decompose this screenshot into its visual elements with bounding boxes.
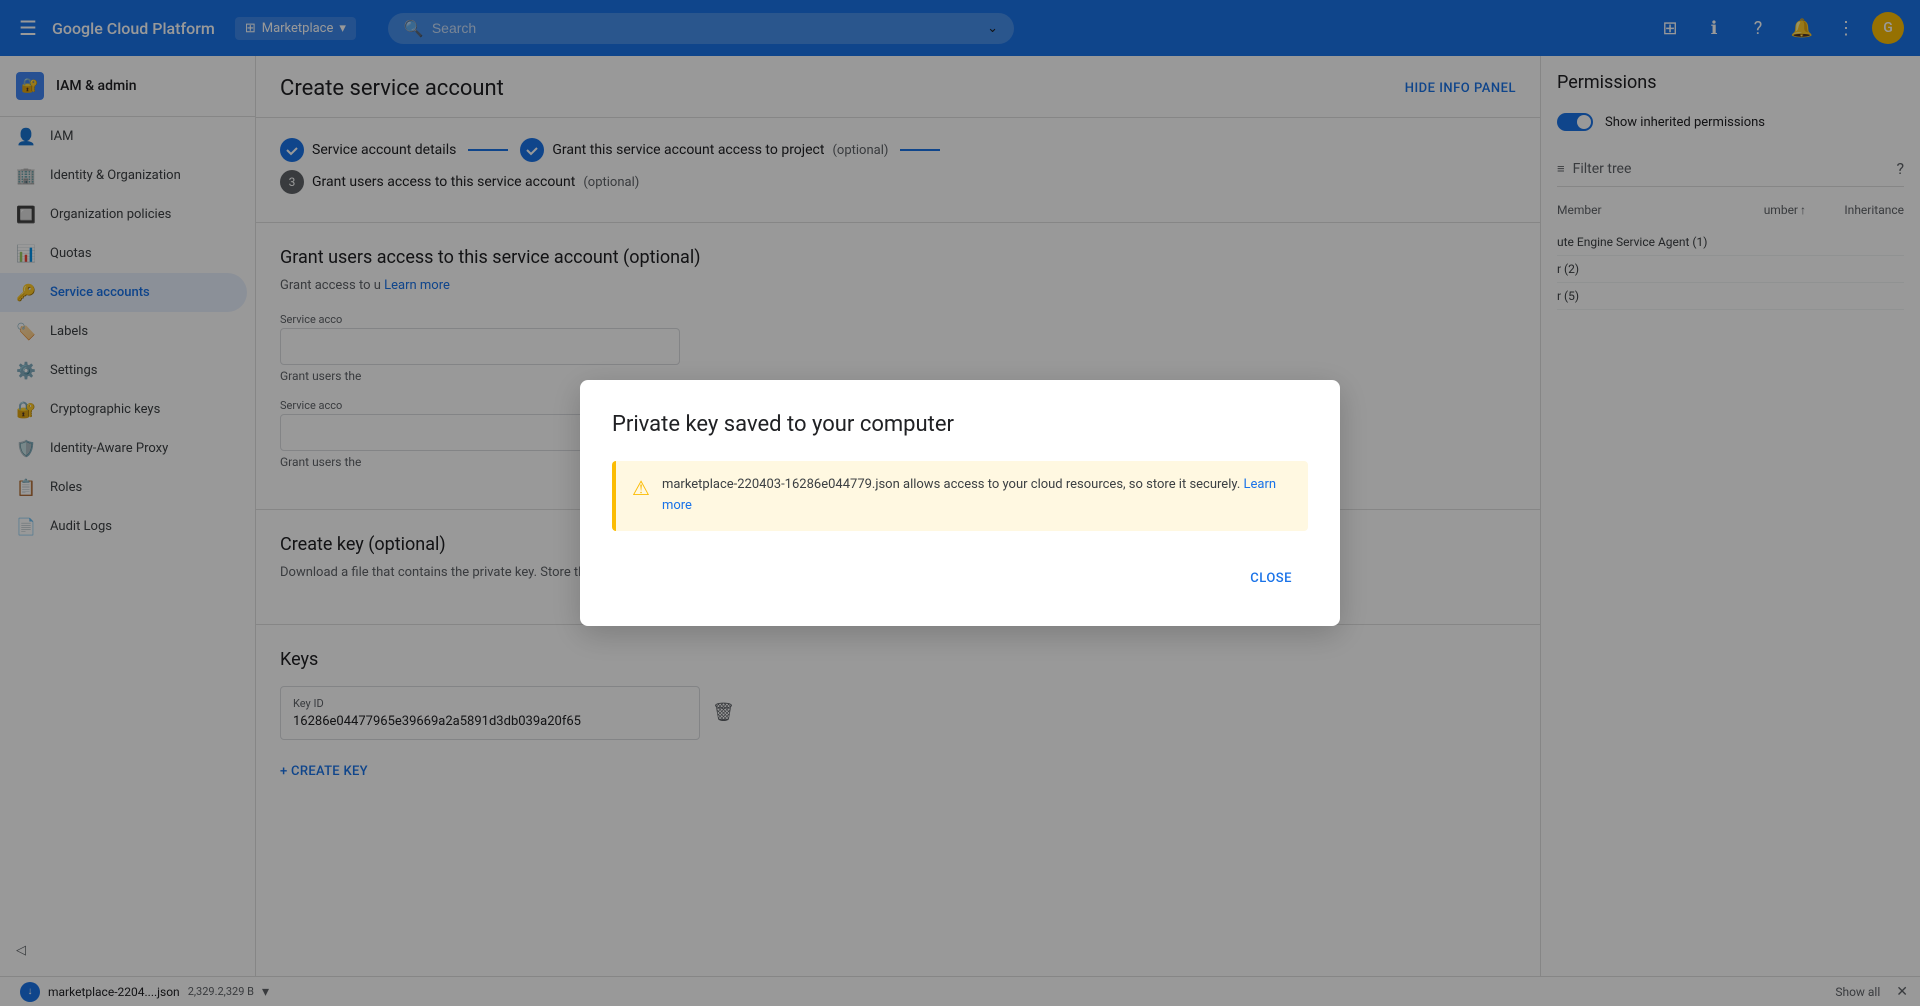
warning-text: marketplace-220403-16286e044779.json all… [662, 475, 1292, 517]
modal-actions: CLOSE [612, 563, 1308, 594]
modal-overlay: Private key saved to your computer ⚠ mar… [0, 0, 1920, 1006]
modal-close-button[interactable]: CLOSE [1234, 563, 1308, 594]
modal-title: Private key saved to your computer [612, 412, 1308, 437]
warning-icon: ⚠ [632, 476, 650, 500]
modal-dialog: Private key saved to your computer ⚠ mar… [580, 380, 1340, 626]
modal-warning-box: ⚠ marketplace-220403-16286e044779.json a… [612, 461, 1308, 531]
